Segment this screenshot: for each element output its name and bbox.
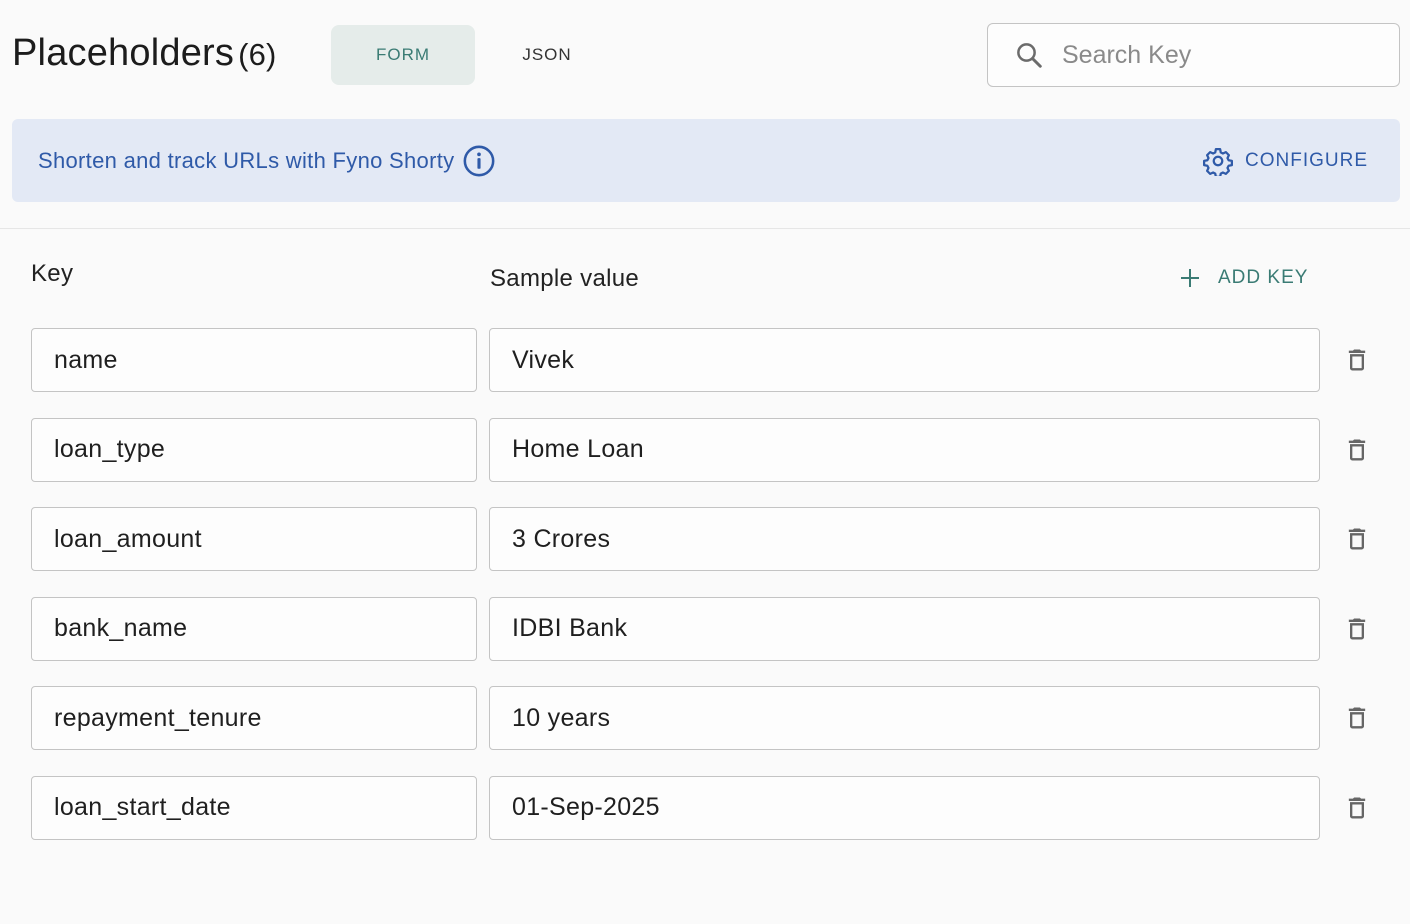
banner-text: Shorten and track URLs with Fyno Shorty — [38, 147, 455, 173]
trash-icon[interactable] — [1343, 704, 1371, 732]
placeholders-page: Placeholders(6) FORM JSON Shorten and tr… — [0, 0, 1410, 924]
placeholder-row — [0, 417, 1410, 508]
key-input[interactable] — [32, 793, 476, 822]
info-icon[interactable] — [462, 144, 496, 178]
tab-json[interactable]: JSON — [475, 25, 619, 85]
key-field — [31, 417, 477, 482]
value-input[interactable] — [490, 435, 1319, 464]
page-title-text: Placeholders — [12, 32, 235, 74]
placeholder-row — [0, 507, 1410, 597]
value-field — [489, 417, 1320, 482]
key-input[interactable] — [32, 524, 476, 554]
column-header-sample-value: Sample value — [490, 265, 640, 292]
value-field — [489, 328, 1320, 392]
value-input[interactable] — [490, 703, 1319, 733]
key-input[interactable] — [32, 345, 476, 375]
value-field — [489, 775, 1320, 840]
trash-icon[interactable] — [1343, 794, 1371, 822]
tab-form[interactable]: FORM — [331, 25, 475, 85]
search-box[interactable] — [987, 23, 1400, 87]
trash-icon[interactable] — [1343, 615, 1371, 643]
key-field — [31, 686, 477, 750]
key-input[interactable] — [32, 703, 476, 733]
column-header-key: Key — [31, 260, 74, 287]
placeholder-row — [0, 686, 1410, 776]
value-input[interactable] — [490, 793, 1319, 822]
configure-button[interactable]: CONFIGURE — [1203, 119, 1368, 202]
shorty-banner: Shorten and track URLs with Fyno Shorty … — [12, 119, 1400, 202]
key-input[interactable] — [32, 614, 476, 643]
gear-icon — [1203, 147, 1233, 176]
search-icon — [1017, 43, 1042, 68]
configure-label: CONFIGURE — [1245, 149, 1368, 171]
add-key-button[interactable]: ADD KEY — [1178, 262, 1308, 294]
trash-icon[interactable] — [1343, 525, 1371, 553]
placeholder-row — [0, 775, 1410, 866]
key-field — [31, 775, 477, 840]
value-input[interactable] — [490, 524, 1319, 554]
key-field — [31, 328, 477, 392]
value-field — [489, 596, 1320, 661]
key-field — [31, 596, 477, 661]
trash-icon[interactable] — [1343, 346, 1371, 374]
divider — [0, 228, 1410, 229]
key-input[interactable] — [32, 435, 476, 464]
placeholder-rows — [0, 328, 1410, 865]
plus-icon — [1181, 269, 1199, 287]
placeholder-row — [0, 596, 1410, 687]
value-field — [489, 686, 1320, 750]
placeholder-count: (6) — [238, 37, 277, 72]
trash-icon[interactable] — [1343, 436, 1371, 464]
value-field — [489, 507, 1320, 571]
value-input[interactable] — [490, 345, 1319, 375]
value-input[interactable] — [490, 614, 1319, 643]
key-field — [31, 507, 477, 571]
placeholder-row — [0, 328, 1410, 418]
add-key-label: ADD KEY — [1218, 267, 1309, 288]
page-title: Placeholders (6) — [12, 32, 277, 75]
search-input[interactable] — [1062, 40, 1362, 70]
